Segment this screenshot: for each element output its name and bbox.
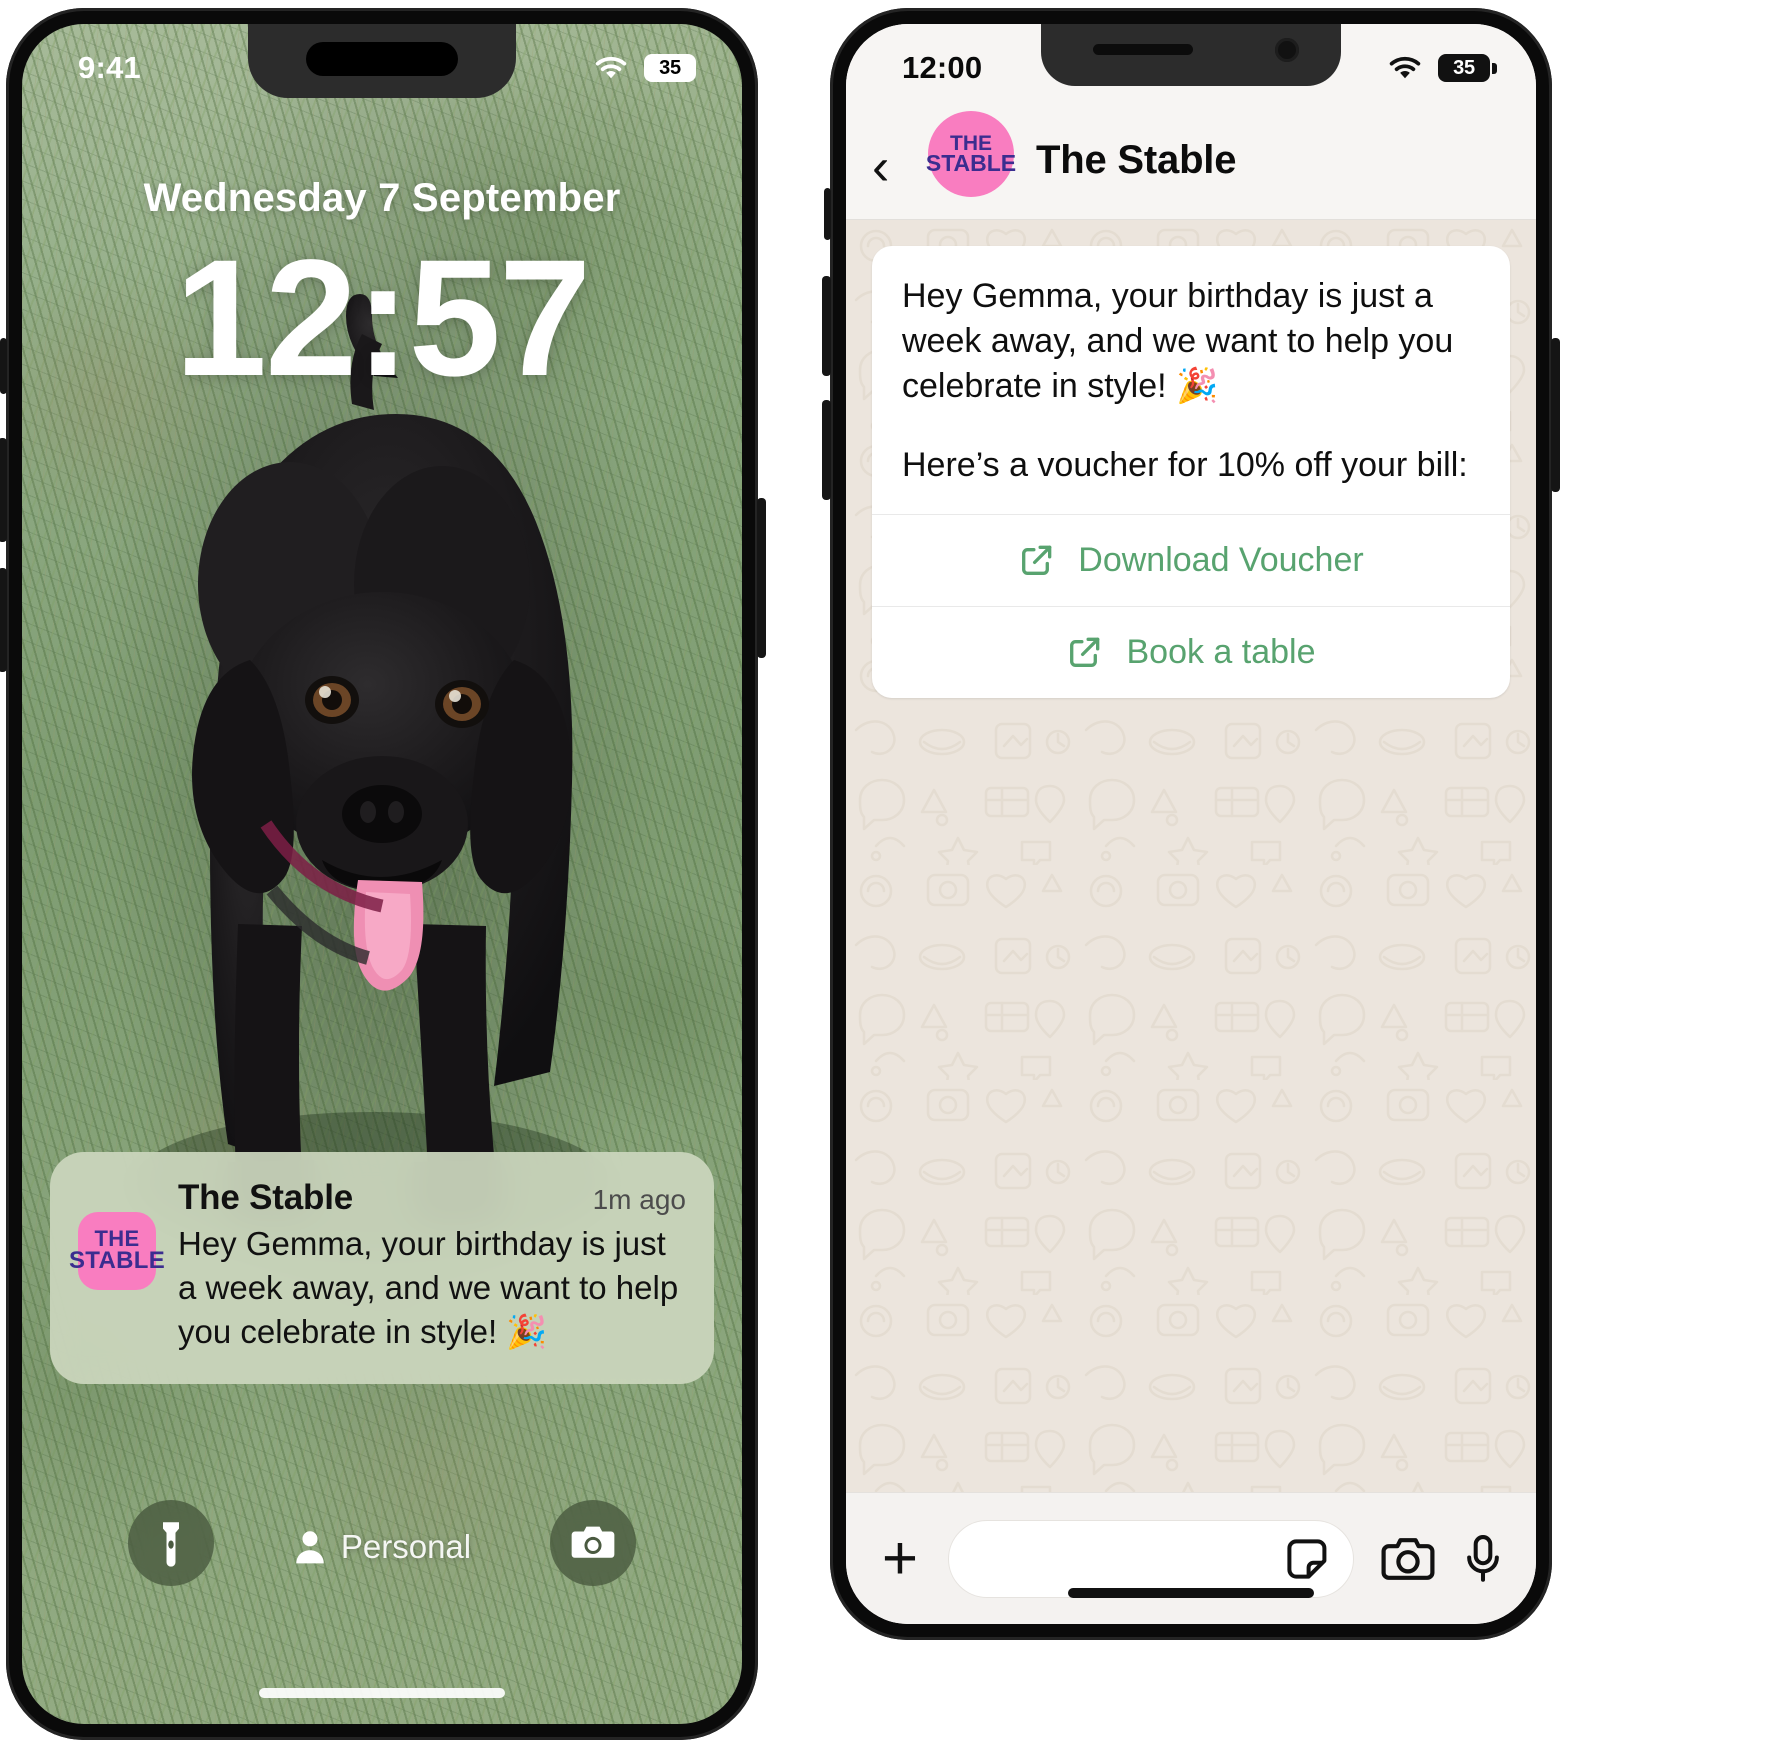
volume-down-button[interactable] bbox=[0, 568, 7, 672]
download-voucher-label: Download Voucher bbox=[1078, 540, 1364, 579]
external-link-icon bbox=[1018, 541, 1056, 579]
phone-screen-right: 12:00 35 ‹ THE STABLE The Stable Hey Gem… bbox=[846, 24, 1536, 1624]
whatsapp-chat-screen: 12:00 35 ‹ THE STABLE The Stable Hey Gem… bbox=[846, 24, 1536, 1624]
notch-right bbox=[1041, 24, 1341, 86]
front-camera bbox=[1275, 38, 1299, 62]
lock-date: Wednesday 7 September bbox=[143, 176, 621, 220]
lock-clock: 12:57 bbox=[174, 226, 592, 411]
contact-avatar[interactable]: THE STABLE bbox=[925, 111, 1017, 197]
notification-timestamp: 1m ago bbox=[592, 1184, 686, 1215]
battery-indicator: 35 bbox=[644, 54, 696, 82]
battery-indicator-right: 35 bbox=[1438, 54, 1497, 82]
sticker-icon[interactable] bbox=[1283, 1535, 1331, 1583]
download-voucher-button[interactable]: Download Voucher bbox=[872, 513, 1510, 606]
home-indicator-right[interactable] bbox=[1068, 1588, 1314, 1598]
notification-app-name: The Stable bbox=[178, 1178, 353, 1217]
notification-card[interactable]: THE STABLE The Stable 1m ago Hey Gemma, … bbox=[50, 1152, 714, 1384]
external-link-icon bbox=[1066, 633, 1104, 671]
camera-icon[interactable] bbox=[1380, 1535, 1436, 1583]
notch-left bbox=[248, 24, 516, 98]
earpiece-speaker bbox=[1093, 44, 1193, 55]
contact-name[interactable]: The Stable bbox=[1036, 138, 1236, 197]
notch-pill bbox=[306, 42, 458, 76]
mute-switch[interactable] bbox=[0, 338, 7, 394]
mute-switch-right[interactable] bbox=[824, 188, 831, 240]
message-composer: + bbox=[846, 1492, 1536, 1624]
book-a-table-button[interactable]: Book a table bbox=[872, 605, 1510, 698]
volume-up-button-right[interactable] bbox=[822, 276, 831, 376]
book-a-table-label: Book a table bbox=[1126, 632, 1316, 671]
chat-message-list[interactable]: Hey Gemma, your birthday is just a week … bbox=[846, 220, 1536, 1492]
home-indicator-left[interactable] bbox=[259, 1688, 505, 1698]
wifi-icon bbox=[1389, 56, 1421, 79]
message-paragraph-1: Hey Gemma, your birthday is just a week … bbox=[902, 277, 1454, 405]
phone-device-right: 12:00 35 ‹ THE STABLE The Stable Hey Gem… bbox=[822, 8, 1560, 1640]
avatar-line-2: STABLE bbox=[925, 150, 1017, 177]
power-button-right[interactable] bbox=[1551, 338, 1560, 492]
microphone-icon[interactable] bbox=[1462, 1534, 1504, 1584]
lock-screen[interactable]: 9:41 35 Wednesday 7 September 12:57 THE … bbox=[22, 24, 742, 1724]
person-icon bbox=[296, 1531, 324, 1564]
phone-device-left: 9:41 35 Wednesday 7 September 12:57 THE … bbox=[0, 8, 766, 1740]
logo-line-2: STABLE bbox=[68, 1247, 166, 1275]
focus-mode-label: Personal bbox=[340, 1528, 472, 1565]
message-text-block: Hey Gemma, your birthday is just a week … bbox=[872, 246, 1510, 514]
power-button[interactable] bbox=[757, 498, 766, 658]
wifi-icon bbox=[595, 56, 627, 79]
volume-down-button-right[interactable] bbox=[822, 400, 831, 500]
screenshot-root: 9:41 35 Wednesday 7 September 12:57 THE … bbox=[0, 0, 1792, 1748]
volume-up-button[interactable] bbox=[0, 438, 7, 542]
message-bubble-incoming: Hey Gemma, your birthday is just a week … bbox=[872, 246, 1510, 698]
focus-mode-indicator[interactable]: Personal bbox=[22, 1528, 742, 1566]
notification-body-text: Hey Gemma, your birthday is just a week … bbox=[178, 1225, 679, 1350]
message-paragraph-2: Here’s a voucher for 10% off your bill: bbox=[902, 445, 1468, 484]
back-chevron-icon[interactable]: ‹ bbox=[872, 141, 906, 197]
status-time: 9:41 bbox=[78, 50, 141, 85]
phone-screen-left: 9:41 35 Wednesday 7 September 12:57 THE … bbox=[22, 24, 742, 1724]
plus-icon[interactable]: + bbox=[878, 1527, 922, 1588]
message-input[interactable] bbox=[948, 1519, 1354, 1598]
status-time-right: 12:00 bbox=[902, 50, 983, 85]
app-logo-the-stable: THE STABLE bbox=[69, 1212, 165, 1290]
